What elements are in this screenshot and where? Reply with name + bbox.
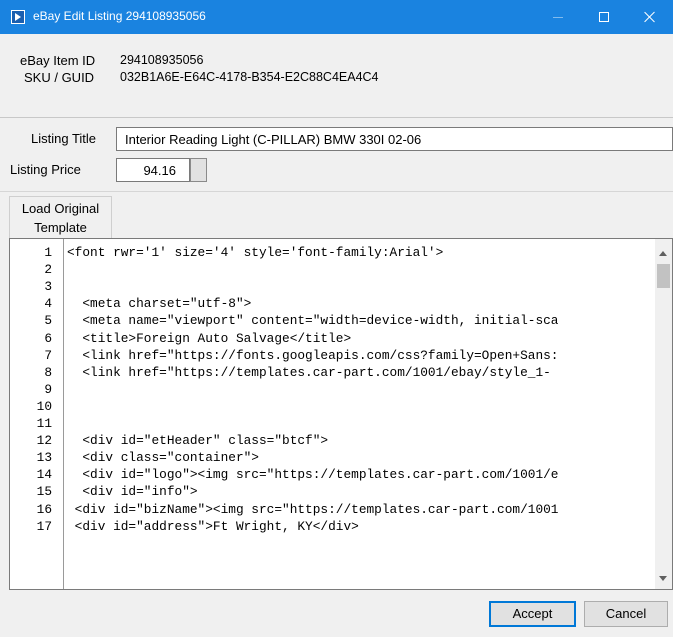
- form-divider: [0, 191, 673, 192]
- code-line[interactable]: 6 <title>Foreign Auto Salvage</title>: [10, 331, 660, 348]
- code-line[interactable]: 3: [10, 279, 660, 296]
- code-line[interactable]: 8 <link href="https://templates.car-part…: [10, 365, 660, 382]
- line-number: 17: [36, 518, 52, 534]
- sku-value: 032B1A6E-E64C-4178-B354-E2C88C4EA4C4: [120, 70, 379, 84]
- html-editor[interactable]: 1 <font rwr='1' size='4' style='font-fami…: [9, 238, 673, 590]
- code-text: <link href="https://fonts.googleapis.com…: [67, 347, 559, 363]
- line-number: 11: [36, 416, 52, 431]
- code-line[interactable]: 14 <div id="logo"><img src="https://temp…: [10, 467, 660, 484]
- line-number: 5: [44, 313, 52, 329]
- code-line[interactable]: 16 <div id="bizName"><img src="https://t…: [10, 502, 660, 519]
- line-number: 1: [44, 245, 52, 260]
- code-text: <title>Foreign Auto Salvage</title>: [67, 330, 352, 346]
- edit-listing-window: eBay Edit Listing 294108935056 eBay Item…: [0, 0, 673, 637]
- line-number: 2: [44, 262, 52, 278]
- template-button-line1: Load Original: [21, 201, 100, 216]
- code-line[interactable]: 1 <font rwr='1' size='4' style='font-fami…: [10, 245, 660, 262]
- line-number: 16: [36, 501, 52, 517]
- code-text: <div id="address">Ft Wright, KY</div>: [67, 518, 359, 534]
- code-line[interactable]: 5 <meta name="viewport" content="width=d…: [10, 313, 660, 330]
- code-line[interactable]: 4 <meta charset="utf-8">: [10, 296, 660, 313]
- code-text: <div class="container">: [67, 450, 259, 466]
- close-button[interactable]: [627, 0, 673, 34]
- code-text: <link href="https://templates.car-part.c…: [67, 364, 551, 380]
- window-title: eBay Edit Listing 294108935056: [33, 9, 206, 23]
- code-line[interactable]: 13 <div class="container">: [10, 450, 660, 467]
- close-icon: [644, 11, 656, 23]
- code-text: <div id="logo"><img src="https://templat…: [67, 467, 559, 483]
- code-line[interactable]: 9: [10, 382, 660, 399]
- line-number: 4: [44, 296, 52, 312]
- line-number: 6: [44, 330, 52, 346]
- code-line[interactable]: 12 <div id="etHeader" class="btcf">: [10, 433, 660, 450]
- title-bar[interactable]: eBay Edit Listing 294108935056: [0, 0, 673, 34]
- code-line[interactable]: 10: [10, 399, 660, 416]
- code-text: <div id="info">: [67, 484, 198, 500]
- minimize-button[interactable]: [535, 0, 581, 34]
- item-id-label: eBay Item ID: [20, 53, 96, 68]
- line-number: 13: [36, 450, 52, 466]
- item-id-value: 294108935056: [120, 53, 204, 67]
- load-original-template-button[interactable]: Load Original Template: [9, 196, 112, 238]
- accept-button[interactable]: Accept: [489, 601, 576, 627]
- code-line[interactable]: 2: [10, 262, 660, 279]
- minimize-icon: [553, 16, 563, 18]
- listing-title-input[interactable]: Interior Reading Light (C-PILLAR) BMW 33…: [116, 127, 673, 151]
- vertical-scrollbar[interactable]: [655, 239, 672, 589]
- code-line[interactable]: 17 <div id="address">Ft Wright, KY</div>: [10, 519, 660, 536]
- line-number: 9: [44, 381, 52, 397]
- code-text: <meta name="viewport" content="width=dev…: [67, 313, 559, 329]
- code-line[interactable]: 11: [10, 416, 660, 433]
- template-button-line2: Template: [34, 220, 87, 235]
- code-line[interactable]: 15 <div id="info">: [10, 484, 660, 501]
- app-icon: [11, 10, 25, 24]
- code-text: <font rwr='1' size='4' style='font-famil…: [67, 245, 444, 260]
- line-number: 12: [36, 433, 52, 449]
- line-number: 10: [36, 398, 52, 414]
- code-text: <meta charset="utf-8">: [67, 296, 252, 312]
- code-text: <div id="etHeader" class="btcf">: [67, 433, 329, 449]
- listing-price-label: Listing Price: [10, 162, 81, 177]
- maximize-icon: [599, 12, 609, 22]
- listing-title-label: Listing Title: [31, 131, 97, 146]
- cancel-button[interactable]: Cancel: [584, 601, 668, 627]
- sku-label: SKU / GUID: [24, 70, 95, 85]
- line-number: 7: [44, 347, 52, 363]
- code-line[interactable]: 7 <link href="https://fonts.googleapis.c…: [10, 348, 660, 365]
- listing-price-input[interactable]: 94.16: [116, 158, 190, 182]
- line-number: 15: [36, 484, 52, 500]
- scroll-thumb[interactable]: [657, 264, 670, 288]
- line-number: 3: [44, 279, 52, 295]
- scroll-up-icon[interactable]: [659, 251, 667, 256]
- code-text: <div id="bizName"><img src="https://temp…: [67, 501, 559, 517]
- scroll-down-icon[interactable]: [659, 576, 667, 581]
- maximize-button[interactable]: [581, 0, 627, 34]
- line-number: 14: [36, 467, 52, 483]
- header-divider: [0, 117, 673, 118]
- line-number: 8: [44, 364, 52, 380]
- price-spinner[interactable]: [190, 158, 207, 182]
